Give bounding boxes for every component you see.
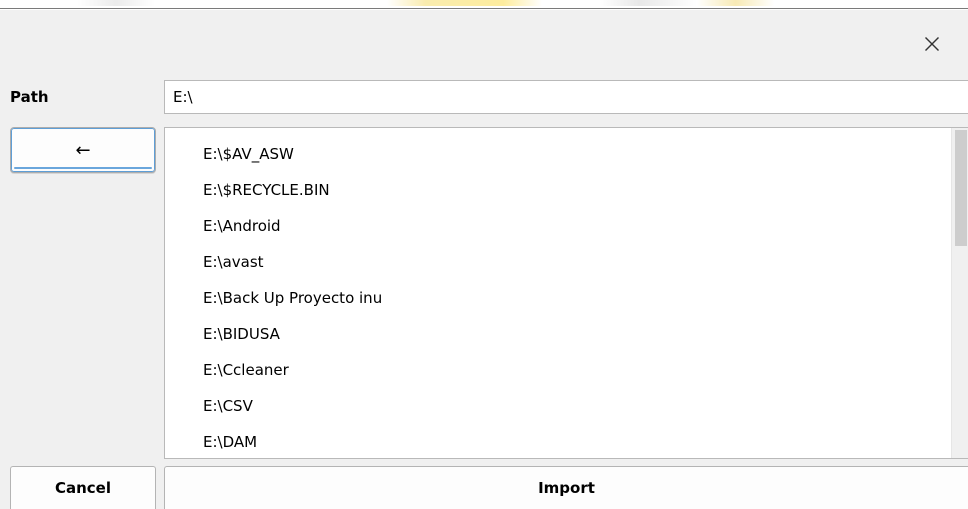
path-input[interactable]: [164, 80, 968, 114]
list-item[interactable]: E:\$AV_ASW: [165, 136, 382, 172]
close-icon: [925, 37, 939, 51]
focus-highlight: [14, 167, 152, 169]
back-arrow-icon: ←: [75, 139, 91, 161]
background-window-content: [0, 0, 968, 6]
list-item[interactable]: E:\Ccleaner: [165, 352, 382, 388]
window-top-border: [0, 8, 968, 9]
import-button[interactable]: Import: [164, 466, 968, 509]
path-label: Path: [10, 88, 49, 106]
list-item[interactable]: E:\BIDUSA: [165, 316, 382, 352]
list-item[interactable]: E:\$RECYCLE.BIN: [165, 172, 382, 208]
directory-list-items: E:\$AV_ASW E:\$RECYCLE.BIN E:\Android E:\av…: [165, 136, 382, 458]
scrollbar-thumb[interactable]: [955, 130, 967, 246]
list-item[interactable]: E:\DAM: [165, 424, 382, 458]
list-item[interactable]: E:\Back Up Proyecto inu: [165, 280, 382, 316]
list-item[interactable]: E:\CSV: [165, 388, 382, 424]
cancel-button[interactable]: Cancel: [10, 466, 156, 509]
list-item[interactable]: E:\Android: [165, 208, 382, 244]
list-item[interactable]: E:\avast: [165, 244, 382, 280]
close-button[interactable]: [912, 26, 952, 62]
background-window-strip: [0, 0, 968, 10]
directory-list[interactable]: E:\$AV_ASW E:\$RECYCLE.BIN E:\Android E:\av…: [164, 127, 968, 459]
back-button[interactable]: ←: [10, 127, 156, 173]
vertical-scrollbar[interactable]: [951, 128, 968, 458]
